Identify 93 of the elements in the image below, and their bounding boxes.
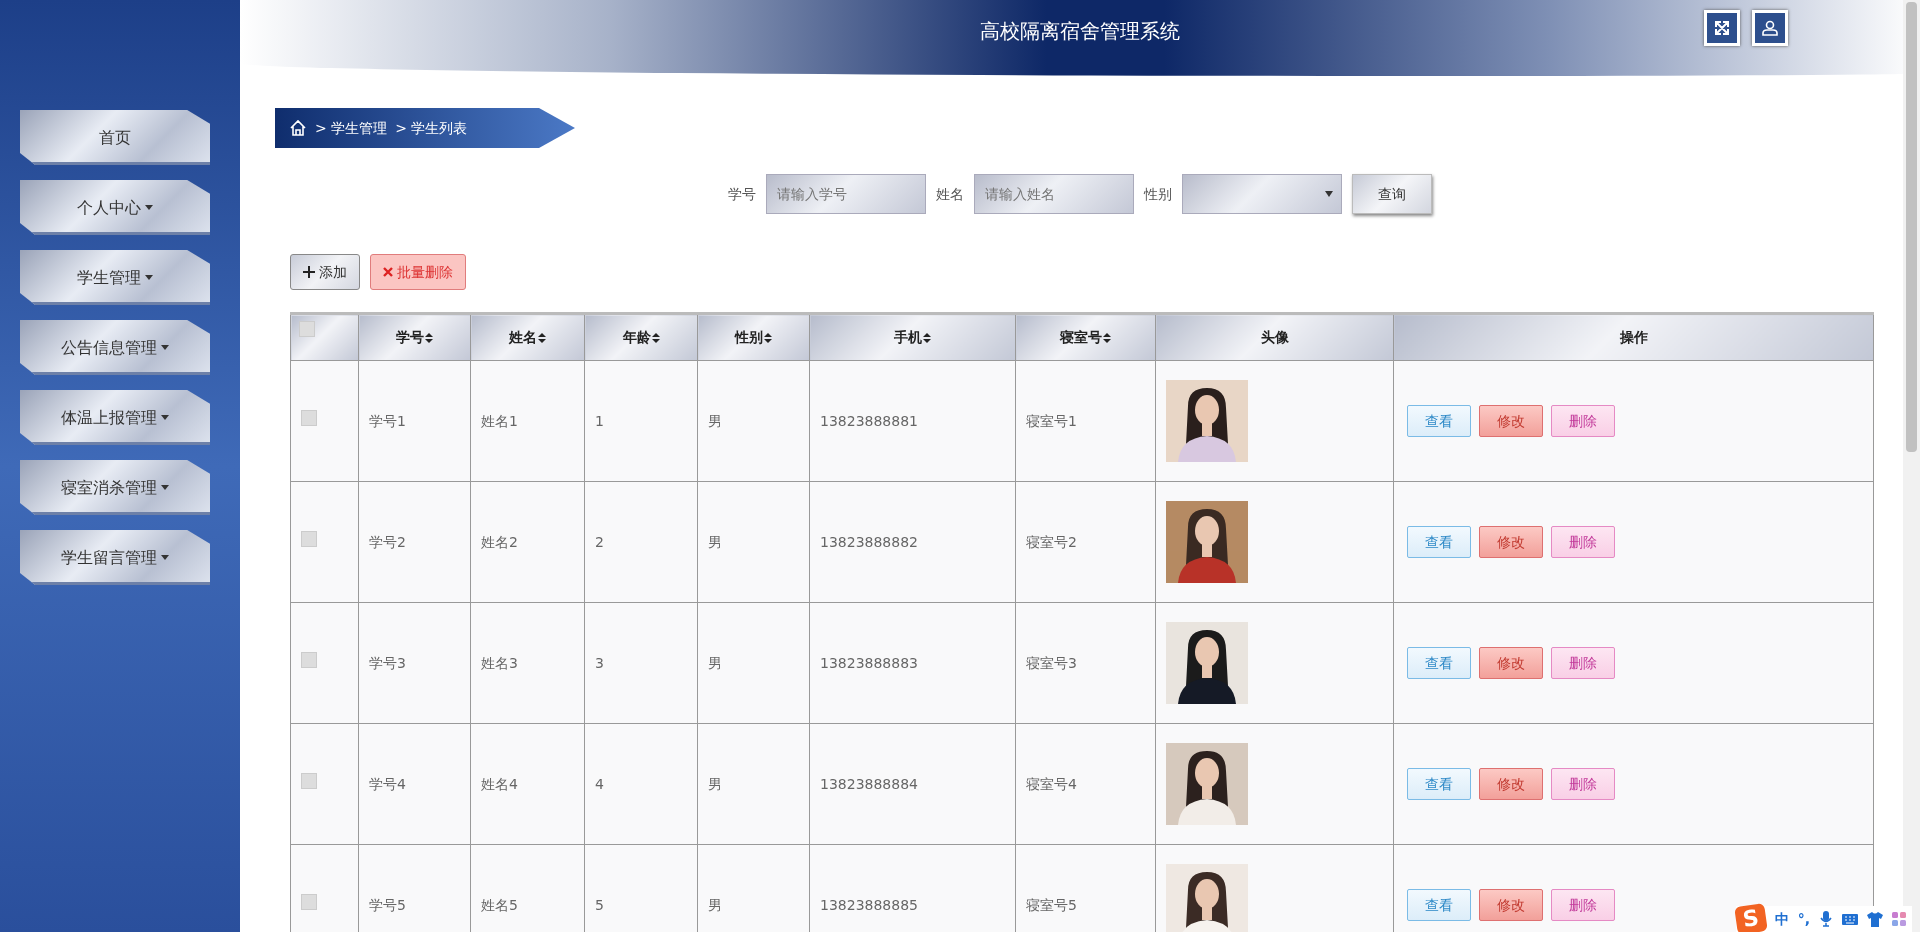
- apps-icon[interactable]: [1892, 912, 1906, 926]
- sort-icon[interactable]: [923, 333, 931, 343]
- table-cell: 13823888882: [809, 481, 1016, 603]
- table-cell: 3: [584, 602, 698, 724]
- delete-button[interactable]: 删除: [1551, 647, 1615, 679]
- view-button[interactable]: 查看: [1407, 647, 1471, 679]
- checkbox[interactable]: [301, 531, 317, 547]
- column-header[interactable]: 姓名: [470, 313, 585, 361]
- home-icon[interactable]: [289, 119, 307, 137]
- column-header: 头像: [1260, 329, 1289, 345]
- table-cell: 姓名1: [470, 360, 585, 482]
- edit-button[interactable]: 修改: [1479, 768, 1543, 800]
- checkbox[interactable]: [301, 410, 317, 426]
- table-cell: 13823888884: [809, 723, 1016, 845]
- view-button[interactable]: 查看: [1407, 768, 1471, 800]
- delete-button[interactable]: 删除: [1551, 889, 1615, 921]
- microphone-icon[interactable]: [1819, 911, 1833, 927]
- sort-icon[interactable]: [425, 333, 433, 343]
- view-button[interactable]: 查看: [1407, 526, 1471, 558]
- shirt-icon[interactable]: [1867, 911, 1883, 927]
- view-button[interactable]: 查看: [1407, 405, 1471, 437]
- table-cell: 学号3: [358, 602, 471, 724]
- user-button[interactable]: [1752, 10, 1788, 46]
- field-label: 姓名: [936, 184, 964, 204]
- sort-icon[interactable]: [651, 333, 660, 343]
- sort-icon[interactable]: [1103, 333, 1111, 343]
- input-field[interactable]: 请输入学号: [766, 174, 926, 214]
- edit-button[interactable]: 修改: [1479, 889, 1543, 921]
- column-header[interactable]: 学号: [358, 313, 471, 361]
- table-cell: 2: [584, 481, 698, 603]
- table-cell: 1: [584, 360, 698, 482]
- ime-button[interactable]: °,: [1797, 908, 1810, 930]
- checkbox[interactable]: [301, 652, 317, 668]
- field-label: 学号: [728, 184, 756, 204]
- field-label: 性别: [1144, 184, 1172, 204]
- table-cell: 姓名4: [470, 723, 585, 845]
- sort-icon[interactable]: [538, 333, 546, 343]
- sidebar-item[interactable]: 寝室消杀管理: [20, 460, 210, 515]
- table-cell: 寝室号1: [1015, 360, 1156, 482]
- table-cell: 寝室号4: [1015, 723, 1156, 845]
- select-field[interactable]: [1182, 174, 1342, 214]
- column-header: 操作: [1619, 329, 1648, 345]
- column-header[interactable]: 寝室号: [1015, 313, 1156, 361]
- input-field[interactable]: 请输入姓名: [974, 174, 1134, 214]
- sort-icon[interactable]: [764, 333, 772, 343]
- fullscreen-button[interactable]: [1704, 10, 1740, 46]
- search-button[interactable]: 查询: [1352, 174, 1432, 214]
- plus-icon: [303, 266, 315, 278]
- breadcrumb-current: > 学生列表: [395, 118, 468, 138]
- table-cell: 姓名2: [470, 481, 585, 603]
- keyboard-icon[interactable]: [1842, 912, 1858, 926]
- batch-delete-button[interactable]: 批量删除: [370, 254, 466, 290]
- sidebar-item[interactable]: 首页: [20, 110, 210, 165]
- sidebar-item[interactable]: 体温上报管理: [20, 390, 210, 445]
- add-button[interactable]: 添加: [290, 254, 360, 290]
- delete-button[interactable]: 删除: [1551, 405, 1615, 437]
- table-cell: 13823888881: [809, 360, 1016, 482]
- scrollbar[interactable]: [1903, 0, 1920, 932]
- table-cell: 姓名3: [470, 602, 585, 724]
- checkbox[interactable]: [301, 894, 317, 910]
- user-icon: [1762, 20, 1778, 36]
- table-cell: 学号4: [358, 723, 471, 845]
- table-cell: 13823888883: [809, 602, 1016, 724]
- sidebar-item[interactable]: 学生管理: [20, 250, 210, 305]
- column-header[interactable]: 年龄: [584, 313, 698, 361]
- checkbox[interactable]: [299, 321, 315, 337]
- table-cell: 学号1: [358, 360, 471, 482]
- table-cell: 寝室号2: [1015, 481, 1156, 603]
- edit-button[interactable]: 修改: [1479, 647, 1543, 679]
- delete-button[interactable]: 删除: [1551, 526, 1615, 558]
- sidebar-item[interactable]: 个人中心: [20, 180, 210, 235]
- table-cell: 寝室号3: [1015, 602, 1156, 724]
- checkbox[interactable]: [301, 773, 317, 789]
- dropdown-icon: [1325, 191, 1333, 197]
- ime-button[interactable]: 中: [1774, 908, 1789, 930]
- column-header[interactable]: 性别: [697, 313, 810, 361]
- table-cell: 男: [697, 360, 810, 482]
- table-cell: 男: [697, 481, 810, 603]
- delete-button[interactable]: 删除: [1551, 768, 1615, 800]
- close-icon: [383, 267, 393, 277]
- window-title: 高校隔离宿舍管理系统: [980, 18, 1180, 45]
- column-header[interactable]: 手机: [809, 313, 1016, 361]
- fullscreen-icon: [1714, 20, 1730, 36]
- view-button[interactable]: 查看: [1407, 889, 1471, 921]
- table-cell: 男: [697, 723, 810, 845]
- table-cell: 男: [697, 602, 810, 724]
- sidebar-item[interactable]: 公告信息管理: [20, 320, 210, 375]
- table-cell: 4: [584, 723, 698, 845]
- sidebar-item[interactable]: 学生留言管理: [20, 530, 210, 585]
- table-cell: 学号2: [358, 481, 471, 603]
- edit-button[interactable]: 修改: [1479, 526, 1543, 558]
- edit-button[interactable]: 修改: [1479, 405, 1543, 437]
- breadcrumb-link[interactable]: > 学生管理: [315, 117, 388, 139]
